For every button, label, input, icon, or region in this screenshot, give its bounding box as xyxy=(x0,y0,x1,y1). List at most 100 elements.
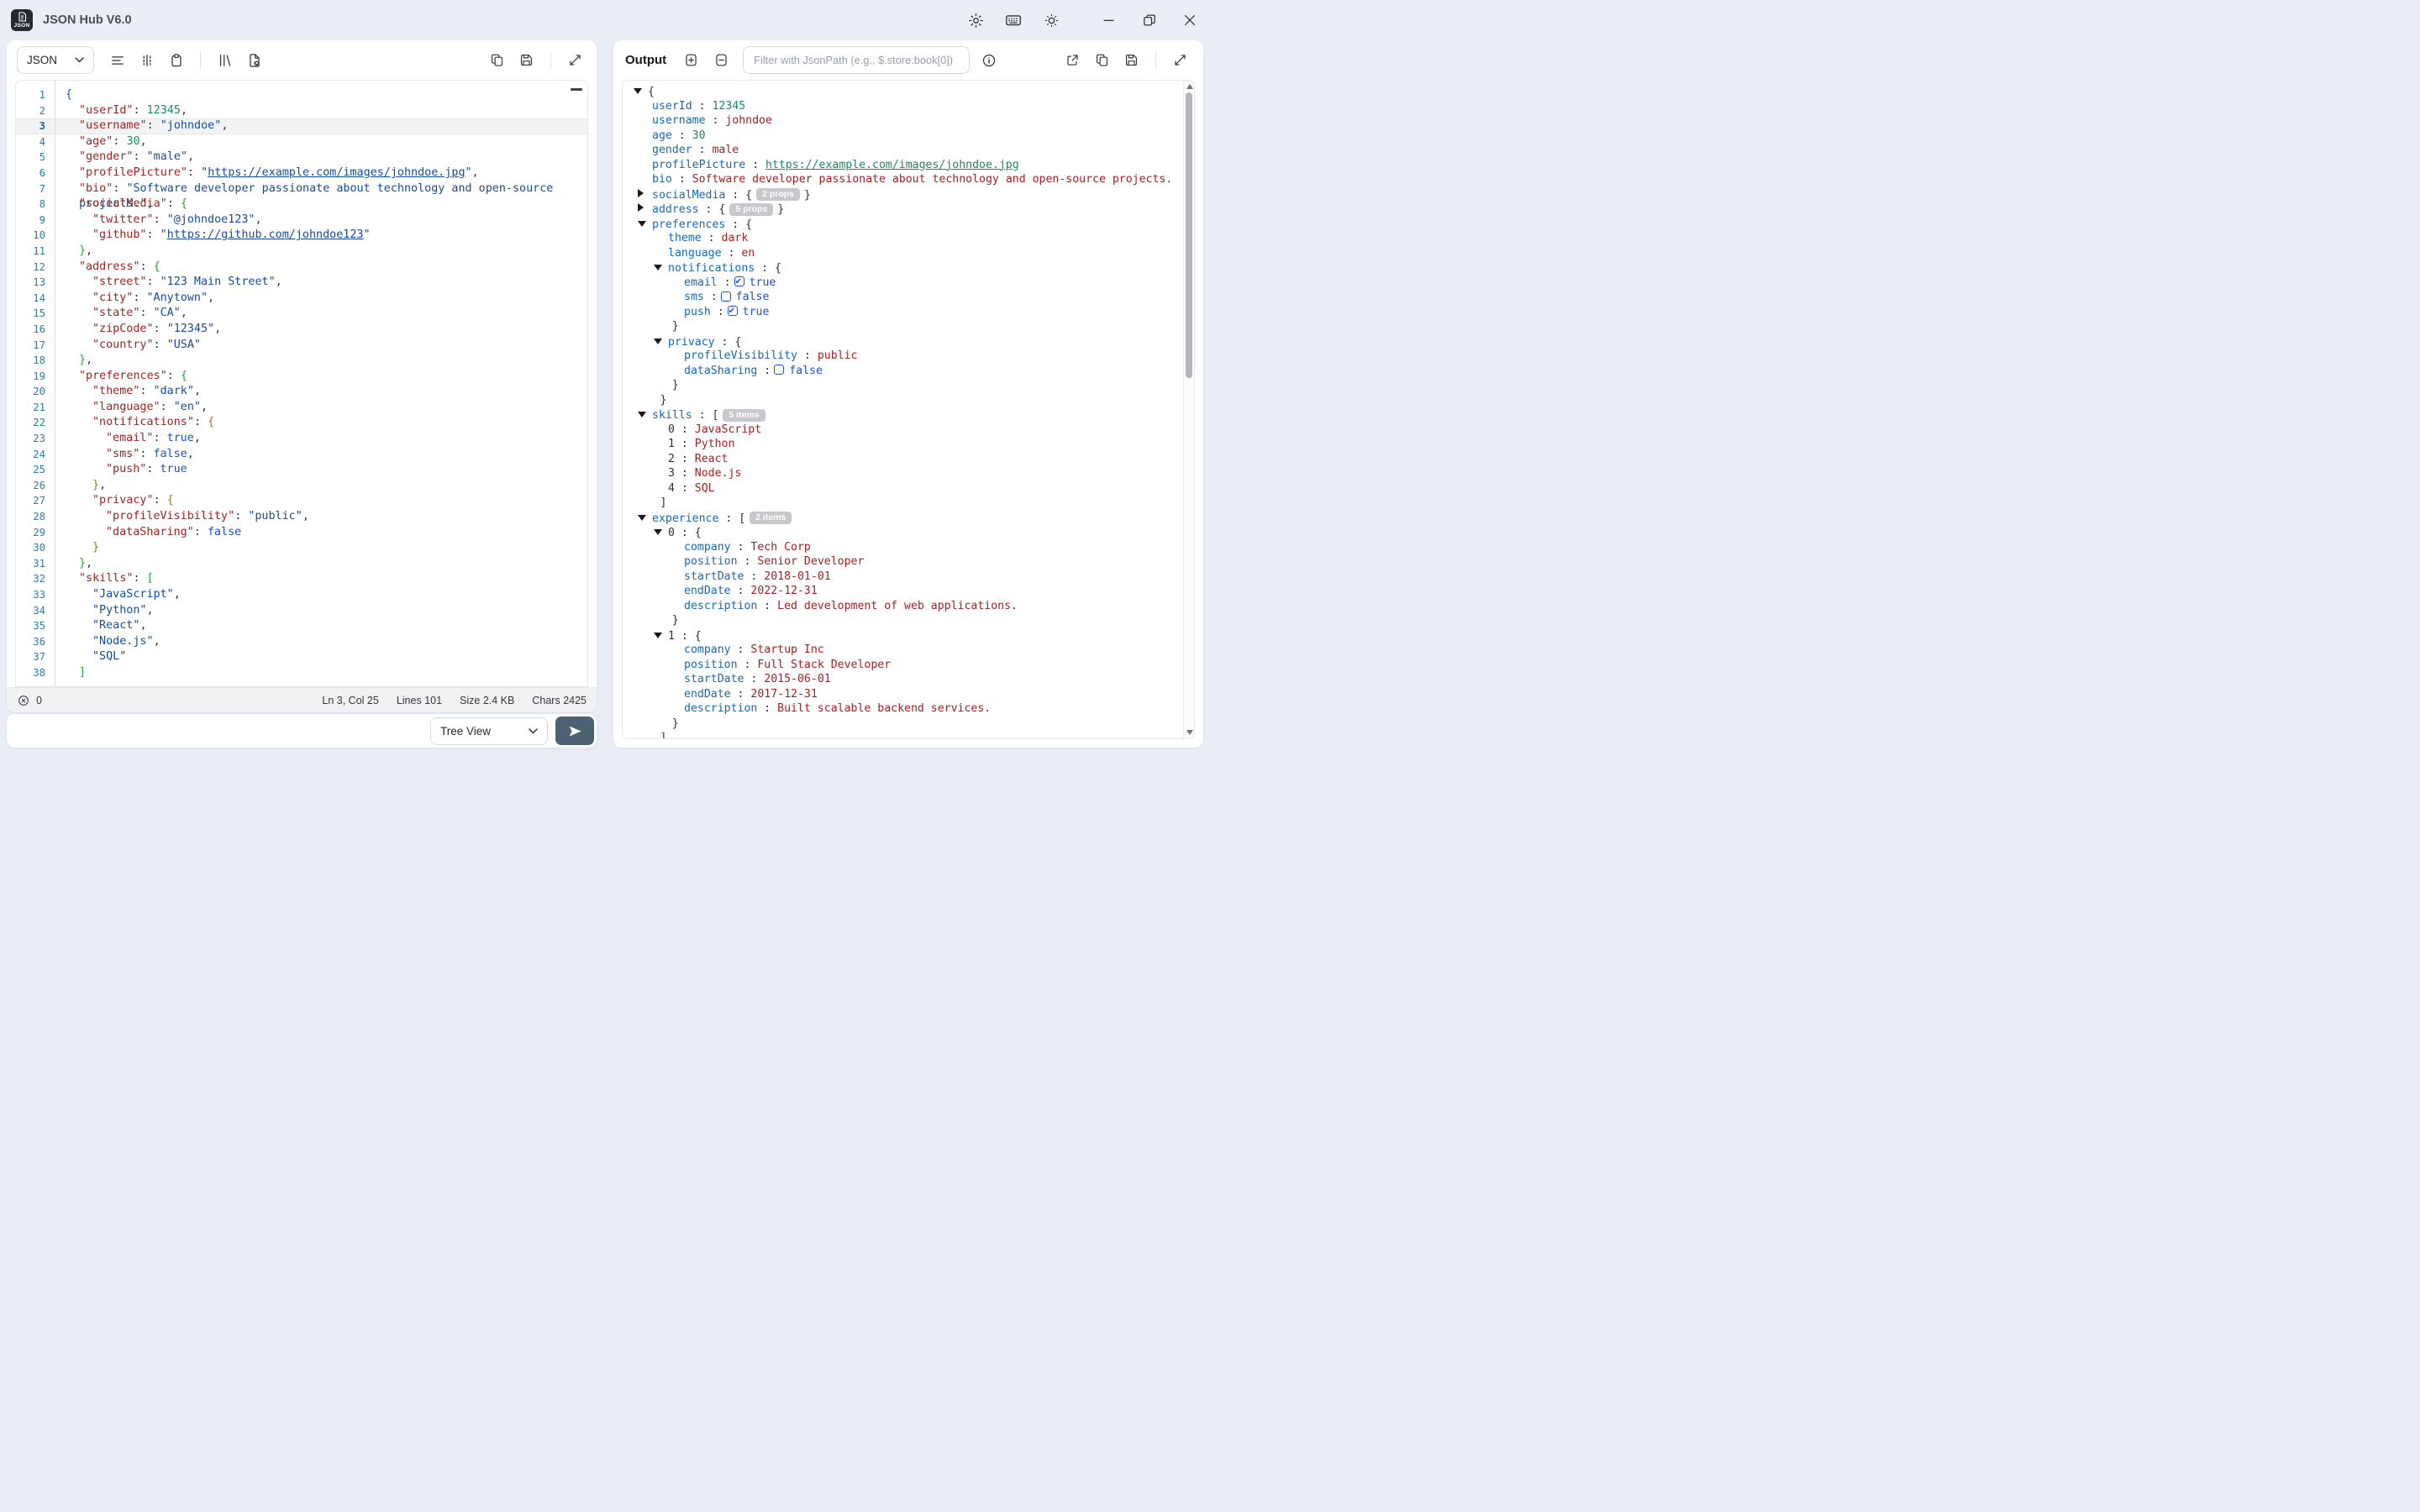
tree-row[interactable]: 2 : React xyxy=(623,452,1194,467)
triangle-down-icon[interactable] xyxy=(654,260,668,276)
triangle-down-icon[interactable] xyxy=(654,628,668,643)
tree-row[interactable]: } xyxy=(623,319,1194,334)
editor-line[interactable]: 32"skills": [ xyxy=(16,571,587,587)
copy-icon[interactable] xyxy=(1091,49,1113,71)
tree-row[interactable]: { xyxy=(623,84,1194,99)
tree-row[interactable]: 0 : { xyxy=(623,525,1194,540)
info-icon[interactable] xyxy=(977,49,1000,71)
editor-line[interactable]: 13"street": "123 Main Street", xyxy=(16,275,587,291)
tree-row[interactable]: language : en xyxy=(623,246,1194,261)
editor-line[interactable]: 10"github": "https://github.com/johndoe1… xyxy=(16,228,587,244)
tree-row[interactable]: notifications : { xyxy=(623,260,1194,276)
editor-line[interactable]: 19"preferences": { xyxy=(16,369,587,385)
editor-line[interactable]: 35"React", xyxy=(16,618,587,634)
triangle-down-icon[interactable] xyxy=(654,525,668,540)
editor-line[interactable]: 28"profileVisibility": "public", xyxy=(16,509,587,525)
checkbox-unchecked-icon[interactable] xyxy=(721,291,731,302)
save-icon[interactable] xyxy=(515,49,538,71)
editor-line[interactable]: 2"userId": 12345, xyxy=(16,103,587,119)
tree-row[interactable]: address : {5 props} xyxy=(623,202,1194,217)
tree-row[interactable]: company : Startup Inc xyxy=(623,643,1194,658)
code-editor[interactable]: 1{2"userId": 12345,3"username": "johndoe… xyxy=(15,80,588,687)
tree-scrollbar[interactable] xyxy=(1183,81,1194,738)
editor-line[interactable]: 14"city": "Anytown", xyxy=(16,291,587,307)
editor-line[interactable]: 16"zipCode": "12345", xyxy=(16,322,587,338)
editor-line[interactable]: 15"state": "CA", xyxy=(16,306,587,322)
expand-all-icon[interactable] xyxy=(680,49,702,71)
editor-line[interactable]: 9"twitter": "@johndoe123", xyxy=(16,213,587,228)
tree-row[interactable]: 4 : SQL xyxy=(623,481,1194,496)
checkbox-checked-icon[interactable] xyxy=(728,306,738,316)
triangle-right-icon[interactable] xyxy=(638,187,652,202)
editor-line[interactable]: 6"profilePicture": "https://example.com/… xyxy=(16,165,587,181)
triangle-right-icon[interactable] xyxy=(638,202,652,217)
keyboard-icon[interactable] xyxy=(1004,11,1023,29)
triangle-down-icon[interactable] xyxy=(638,217,652,232)
url-link[interactable]: https://github.com/johndoe123 xyxy=(167,228,364,241)
tree-row[interactable]: 1 : { xyxy=(623,628,1194,643)
editor-line[interactable]: 22"notifications": { xyxy=(16,415,587,431)
close-icon[interactable] xyxy=(1181,11,1199,29)
tree-row[interactable]: profileVisibility : public xyxy=(623,349,1194,364)
editor-line[interactable]: 31}, xyxy=(16,556,587,572)
tree-row[interactable]: sms :false xyxy=(623,290,1194,305)
editor-line[interactable]: 24"sms": false, xyxy=(16,447,587,463)
editor-line[interactable]: 17"country": "USA" xyxy=(16,338,587,354)
editor-line[interactable]: 21"language": "en", xyxy=(16,400,587,416)
tree-row[interactable]: company : Tech Corp xyxy=(623,540,1194,555)
library-columns-icon[interactable] xyxy=(213,49,236,71)
tree-row[interactable]: ] xyxy=(623,496,1194,511)
editor-line[interactable]: 1{ xyxy=(16,87,587,103)
tree-row[interactable]: preferences : { xyxy=(623,217,1194,232)
editor-line[interactable]: 26}, xyxy=(16,478,587,494)
expand-icon[interactable] xyxy=(564,49,587,71)
tree-row[interactable]: 1 : Python xyxy=(623,437,1194,452)
view-mode-select[interactable]: Tree View xyxy=(430,717,548,745)
tree-row[interactable]: startDate : 2018-01-01 xyxy=(623,570,1194,585)
url-link[interactable]: https://example.com/images/johndoe.jpg xyxy=(765,159,1019,171)
editor-line[interactable]: 3"username": "johndoe", xyxy=(16,118,587,134)
tree-row[interactable]: 0 : JavaScript xyxy=(623,423,1194,438)
triangle-down-icon[interactable] xyxy=(634,84,648,99)
tree-row[interactable]: bio : Software developer passionate abou… xyxy=(623,172,1194,187)
tree-row[interactable]: endDate : 2017-12-31 xyxy=(623,687,1194,702)
tree-row[interactable]: socialMedia : {2 props} xyxy=(623,187,1194,202)
tree-row[interactable]: startDate : 2015-06-01 xyxy=(623,672,1194,687)
triangle-down-icon[interactable] xyxy=(638,511,652,526)
tree-row[interactable]: ] xyxy=(623,731,1194,739)
scrollbar-thumb[interactable] xyxy=(1186,92,1192,378)
editor-line[interactable]: 27"privacy": { xyxy=(16,493,587,509)
fold-collapse-handle[interactable] xyxy=(571,88,582,91)
format-select[interactable]: JSON xyxy=(17,46,94,74)
tree-row[interactable]: skills : [5 items xyxy=(623,407,1194,423)
save-icon[interactable] xyxy=(1120,49,1143,71)
editor-line[interactable]: 29"dataSharing": false xyxy=(16,525,587,541)
tree-row[interactable]: gender : male xyxy=(623,143,1194,158)
tree-row[interactable]: endDate : 2022-12-31 xyxy=(623,584,1194,599)
file-export-icon[interactable] xyxy=(243,49,266,71)
tree-row[interactable]: } xyxy=(623,613,1194,628)
editor-line[interactable]: 37"SQL" xyxy=(16,649,587,665)
tree-row[interactable]: privacy : { xyxy=(623,334,1194,349)
expand-icon[interactable] xyxy=(1169,49,1192,71)
checkbox-checked-icon[interactable] xyxy=(734,276,744,286)
tree-row[interactable]: position : Senior Developer xyxy=(623,554,1194,570)
format-document-icon[interactable] xyxy=(106,49,129,71)
tree-row[interactable]: push :true xyxy=(623,305,1194,320)
editor-line[interactable]: 7"bio": "Software developer passionate a… xyxy=(16,181,587,197)
tree-row[interactable]: 3 : Node.js xyxy=(623,466,1194,481)
editor-line[interactable]: 38] xyxy=(16,665,587,681)
collapse-all-icon[interactable] xyxy=(710,49,733,71)
share-export-icon[interactable] xyxy=(1061,49,1084,71)
tree-row[interactable]: } xyxy=(623,378,1194,393)
compact-minify-icon[interactable] xyxy=(135,49,158,71)
editor-line[interactable]: 5"gender": "male", xyxy=(16,150,587,165)
triangle-down-icon[interactable] xyxy=(654,334,668,349)
url-link[interactable]: https://example.com/images/johndoe.jpg xyxy=(208,166,465,179)
editor-line[interactable]: 20"theme": "dark", xyxy=(16,384,587,400)
jsonpath-filter-input[interactable] xyxy=(743,46,970,74)
paste-clipboard-icon[interactable] xyxy=(165,49,187,71)
tree-row[interactable]: } xyxy=(623,717,1194,732)
scroll-up-arrow-icon[interactable] xyxy=(1186,84,1193,89)
editor-line[interactable]: 30} xyxy=(16,540,587,556)
